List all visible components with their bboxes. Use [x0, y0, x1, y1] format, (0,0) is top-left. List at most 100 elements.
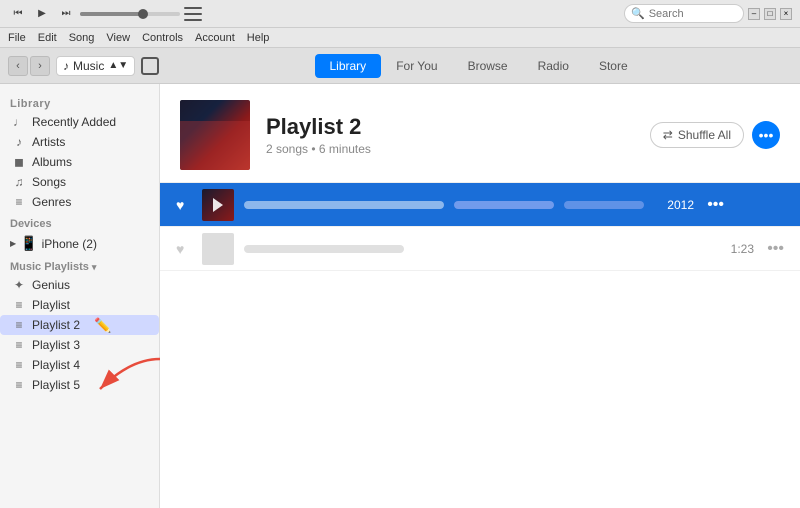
- tab-library[interactable]: Library: [315, 54, 382, 78]
- nav-back-button[interactable]: ‹: [8, 56, 28, 76]
- next-button[interactable]: ⏭: [56, 6, 76, 22]
- playlist-4-label: Playlist 4: [32, 358, 80, 372]
- nav-bar: ‹ › ♪ Music ▲▼ Library For You Browse Ra…: [0, 48, 800, 84]
- track-options-button[interactable]: •••: [704, 196, 724, 214]
- prev-button[interactable]: ⏮: [8, 6, 28, 22]
- sidebar-item-albums[interactable]: ◼ Albums: [0, 152, 159, 172]
- sidebar-item-iphone[interactable]: ▶ 📱 iPhone (2): [0, 232, 159, 255]
- playlist-5-icon: ≡: [12, 378, 26, 392]
- sidebar-item-playlist-4[interactable]: ≡ Playlist 4: [0, 355, 159, 375]
- playlist-title: Playlist 2: [266, 114, 634, 140]
- shuffle-label: Shuffle All: [678, 128, 731, 142]
- sidebar-item-playlist-5[interactable]: ≡ Playlist 5: [0, 375, 159, 395]
- nav-forward-button[interactable]: ›: [30, 56, 50, 76]
- tab-browse[interactable]: Browse: [453, 54, 523, 78]
- sidebar-item-playlist-2[interactable]: ≡ Playlist 2 ✏️: [0, 315, 159, 335]
- track-album: [564, 201, 644, 209]
- sidebar-item-playlist[interactable]: ≡ Playlist: [0, 295, 159, 315]
- title-bar-right: 🔍 – □ ×: [624, 4, 792, 23]
- tab-for-you[interactable]: For You: [381, 54, 452, 78]
- albums-label: Albums: [32, 155, 72, 169]
- playlist-3-label: Playlist 3: [32, 338, 80, 352]
- sidebar-item-genres[interactable]: ≡ Genres: [0, 192, 159, 212]
- shuffle-icon: ⇄: [663, 128, 673, 142]
- music-note-icon: ♪: [63, 59, 69, 73]
- artists-icon: ♪: [12, 135, 26, 149]
- minimize-button[interactable]: –: [748, 8, 760, 20]
- play-indicator-icon: [213, 198, 223, 212]
- shuffle-all-button[interactable]: ⇄ Shuffle All: [650, 122, 744, 148]
- progress-bar[interactable]: [80, 12, 180, 16]
- playlist-artwork: [180, 100, 250, 170]
- sidebar-item-recently-added[interactable]: ♩ Recently Added: [0, 112, 159, 132]
- playlists-section-header[interactable]: Music Playlists ▾: [0, 255, 159, 275]
- menu-controls[interactable]: Controls: [142, 32, 183, 44]
- playlists-section-title: Music Playlists: [10, 261, 89, 273]
- search-input[interactable]: [649, 8, 739, 20]
- menu-edit[interactable]: Edit: [38, 32, 57, 44]
- track-year: 2012: [654, 198, 694, 212]
- menu-bar: File Edit Song View Controls Account Hel…: [0, 28, 800, 48]
- playlist-5-label: Playlist 5: [32, 378, 80, 392]
- playlists-chevron-icon: ▾: [92, 262, 97, 273]
- track-row[interactable]: ♥ 1:23 •••: [160, 227, 800, 271]
- sidebar-item-genius[interactable]: ✦ Genius: [0, 275, 159, 295]
- search-icon: 🔍: [631, 7, 645, 20]
- playlist-header: Playlist 2 2 songs • 6 minutes ⇄ Shuffle…: [160, 84, 800, 183]
- genres-label: Genres: [32, 195, 71, 209]
- recently-added-label: Recently Added: [32, 115, 116, 129]
- playlist-4-icon: ≡: [12, 358, 26, 372]
- menu-file[interactable]: File: [8, 32, 26, 44]
- phone-device-icon: [141, 57, 159, 75]
- sidebar-item-playlist-3[interactable]: ≡ Playlist 3: [0, 335, 159, 355]
- menu-help[interactable]: Help: [247, 32, 270, 44]
- content-area: Playlist 2 2 songs • 6 minutes ⇄ Shuffle…: [160, 84, 800, 508]
- source-label: Music: [73, 59, 104, 73]
- nav-arrows: ‹ ›: [8, 56, 50, 76]
- playlist-2-icon: ≡: [12, 318, 26, 332]
- playlist-actions: ⇄ Shuffle All •••: [650, 121, 780, 149]
- heart-icon[interactable]: ♥: [176, 197, 192, 213]
- track-row[interactable]: ♥ 2012 •••: [160, 183, 800, 227]
- devices-section-title: Devices: [0, 212, 159, 232]
- menu-view[interactable]: View: [106, 32, 130, 44]
- recently-added-icon: ♩: [12, 115, 26, 129]
- list-icon[interactable]: [184, 7, 202, 21]
- heart-icon[interactable]: ♥: [176, 241, 192, 257]
- title-bar: ⏮ ▶ ⏭ 🔍 – □ ×: [0, 0, 800, 28]
- track-thumbnail: [202, 233, 234, 265]
- playlist-2-label: Playlist 2: [32, 318, 80, 332]
- track-list: ♥ 2012 ••• ♥ 1:23 •••: [160, 183, 800, 508]
- artwork-overlay: [180, 121, 250, 170]
- albums-icon: ◼: [12, 155, 26, 169]
- track-artist: [454, 201, 554, 209]
- more-options-button[interactable]: •••: [752, 121, 780, 149]
- sidebar: Library ♩ Recently Added ♪ Artists ◼ Alb…: [0, 84, 160, 508]
- more-icon: •••: [759, 127, 774, 143]
- genius-icon: ✦: [12, 278, 26, 292]
- close-button[interactable]: ×: [780, 8, 792, 20]
- playlist-label: Playlist: [32, 298, 70, 312]
- tab-store[interactable]: Store: [584, 54, 643, 78]
- track-name: [244, 201, 444, 209]
- play-button[interactable]: ▶: [32, 6, 52, 22]
- iphone-icon: 📱: [20, 235, 37, 252]
- sidebar-item-songs[interactable]: ♫ Songs: [0, 172, 159, 192]
- playlist-meta: 2 songs • 6 minutes: [266, 142, 634, 156]
- sidebar-item-artists[interactable]: ♪ Artists: [0, 132, 159, 152]
- track-options-button[interactable]: •••: [764, 240, 784, 258]
- source-selector[interactable]: ♪ Music ▲▼: [56, 56, 135, 76]
- library-section-title: Library: [0, 92, 159, 112]
- progress-thumb: [138, 9, 148, 19]
- menu-account[interactable]: Account: [195, 32, 235, 44]
- search-box[interactable]: 🔍: [624, 4, 744, 23]
- genius-label: Genius: [32, 278, 70, 292]
- source-chevron-icon: ▲▼: [108, 60, 128, 71]
- menu-song[interactable]: Song: [69, 32, 95, 44]
- progress-fill: [80, 12, 140, 16]
- tab-radio[interactable]: Radio: [523, 54, 584, 78]
- restore-button[interactable]: □: [764, 8, 776, 20]
- device-triangle-icon: ▶: [10, 239, 16, 248]
- artists-label: Artists: [32, 135, 65, 149]
- main-area: Library ♩ Recently Added ♪ Artists ◼ Alb…: [0, 84, 800, 508]
